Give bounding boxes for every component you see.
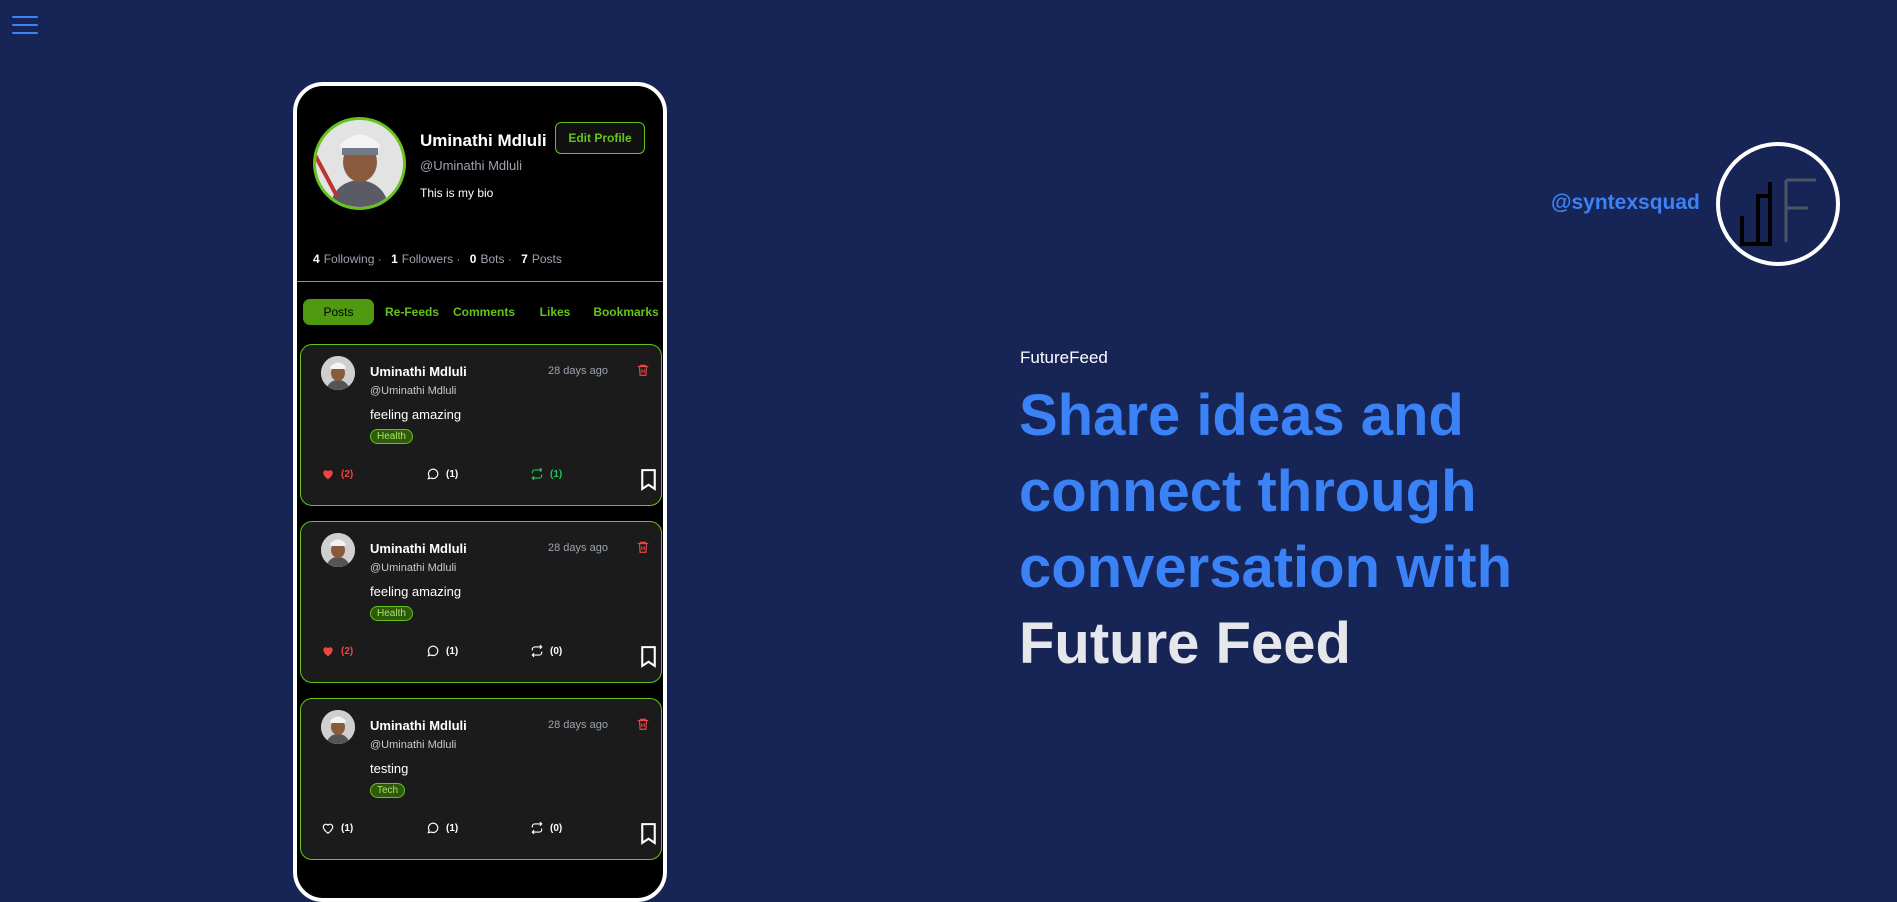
post-card[interactable]: Uminathi Mdluli @Uminathi Mdluli 28 days… <box>300 698 662 860</box>
post-text: feeling amazing <box>370 407 462 422</box>
profile-handle: @Uminathi Mdluli <box>420 158 523 173</box>
hero-line-1: Share ideas and <box>1019 383 1464 448</box>
trash-icon[interactable] <box>636 363 650 377</box>
trash-icon[interactable] <box>636 540 650 554</box>
refeed-button[interactable]: (0) <box>530 821 562 835</box>
comment-icon <box>427 468 439 480</box>
bookmark-icon[interactable] <box>636 467 661 492</box>
syntexsquad-link[interactable]: @syntexsquad <box>1551 191 1700 215</box>
refeed-icon <box>531 644 543 658</box>
hero-line-2: connect through <box>1019 459 1477 524</box>
profile-name: Uminathi Mdluli <box>420 131 547 150</box>
post-handle: @Uminathi Mdluli <box>370 385 457 397</box>
like-count: (2) <box>341 468 354 480</box>
like-count: (2) <box>341 645 354 657</box>
post-avatar[interactable] <box>321 533 355 567</box>
post-author[interactable]: Uminathi Mdluli <box>370 364 467 379</box>
refeed-button[interactable]: (1) <box>530 467 562 481</box>
refeed-count: (0) <box>550 822 563 834</box>
post-tag[interactable]: Tech <box>370 783 406 798</box>
following-label[interactable]: Following · <box>324 252 382 266</box>
hero-line-3: conversation with <box>1019 535 1513 600</box>
like-button[interactable]: (2) <box>321 467 353 481</box>
posts-label[interactable]: Posts <box>532 252 562 266</box>
tab-likes[interactable]: Likes <box>520 299 590 325</box>
post-handle: @Uminathi Mdluli <box>370 562 457 574</box>
heart-outline-icon <box>322 823 334 834</box>
like-button[interactable]: (2) <box>321 644 353 658</box>
hero-line-4: Future Feed <box>1019 611 1351 676</box>
refeed-icon <box>531 467 543 481</box>
comment-button[interactable]: (1) <box>426 644 458 658</box>
hamburger-menu-icon[interactable] <box>12 16 38 38</box>
post-card[interactable]: Uminathi Mdluli @Uminathi Mdluli 28 days… <box>300 344 662 506</box>
comment-count: (1) <box>446 645 459 657</box>
refeed-count: (1) <box>550 468 563 480</box>
profile-tabs: Posts Re-Feeds Comments Likes Bookmarks <box>303 299 659 325</box>
comment-button[interactable]: (1) <box>426 821 458 835</box>
trash-icon[interactable] <box>636 717 650 731</box>
post-text: feeling amazing <box>370 584 462 599</box>
post-card[interactable]: Uminathi Mdluli @Uminathi Mdluli 28 days… <box>300 521 662 683</box>
post-tag[interactable]: Health <box>370 606 413 621</box>
logo-mark-icon <box>1740 178 1816 246</box>
tab-posts[interactable]: Posts <box>303 299 374 325</box>
post-tag[interactable]: Health <box>370 429 413 444</box>
posts-count: 7 <box>521 252 528 266</box>
profile-divider <box>297 281 663 282</box>
like-count: (1) <box>341 822 354 834</box>
followers-label[interactable]: Followers · <box>402 252 461 266</box>
edit-profile-button[interactable]: Edit Profile <box>555 122 645 154</box>
post-author[interactable]: Uminathi Mdluli <box>370 541 467 556</box>
post-author[interactable]: Uminathi Mdluli <box>370 718 467 733</box>
bots-label[interactable]: Bots · <box>480 252 511 266</box>
like-button[interactable]: (1) <box>321 821 353 835</box>
comment-icon <box>427 645 439 657</box>
avatar-illustration-icon <box>321 356 355 390</box>
brand-name: FutureFeed <box>1020 348 1108 367</box>
heart-filled-icon <box>323 470 333 480</box>
post-avatar[interactable] <box>321 356 355 390</box>
comment-count: (1) <box>446 468 459 480</box>
refeed-icon <box>531 821 543 835</box>
profile-stats: 4 Following · 1 Followers · 0 Bots · 7 Posts <box>313 252 562 266</box>
bookmark-icon[interactable] <box>636 821 661 846</box>
post-time: 28 days ago <box>548 542 608 554</box>
post-handle: @Uminathi Mdluli <box>370 739 457 751</box>
bots-count: 0 <box>469 252 477 266</box>
comment-button[interactable]: (1) <box>426 467 458 481</box>
profile-phone-frame: Uminathi Mdluli @Uminathi Mdluli This is… <box>293 82 667 902</box>
hero-headline: Share ideas and connect through conversa… <box>1019 378 1639 682</box>
followers-count: 1 <box>391 252 398 266</box>
tab-refeeds[interactable]: Re-Feeds <box>377 299 447 325</box>
following-count: 4 <box>313 252 320 266</box>
refeed-count: (0) <box>550 645 563 657</box>
post-time: 28 days ago <box>548 365 608 377</box>
avatar-illustration-icon <box>321 710 355 744</box>
avatar-illustration-icon <box>321 533 355 567</box>
avatar-illustration-icon <box>316 120 403 207</box>
syntex-logo-icon[interactable] <box>1716 142 1840 266</box>
refeed-button[interactable]: (0) <box>530 644 562 658</box>
post-avatar[interactable] <box>321 710 355 744</box>
comment-count: (1) <box>446 822 459 834</box>
post-time: 28 days ago <box>548 719 608 731</box>
profile-bio: This is my bio <box>420 186 494 200</box>
profile-avatar[interactable] <box>313 117 406 210</box>
tab-bookmarks[interactable]: Bookmarks <box>591 299 661 325</box>
post-text: testing <box>370 761 409 776</box>
heart-filled-icon <box>323 647 333 657</box>
bookmark-icon[interactable] <box>636 644 661 669</box>
comment-icon <box>427 822 439 834</box>
tab-comments[interactable]: Comments <box>449 299 519 325</box>
